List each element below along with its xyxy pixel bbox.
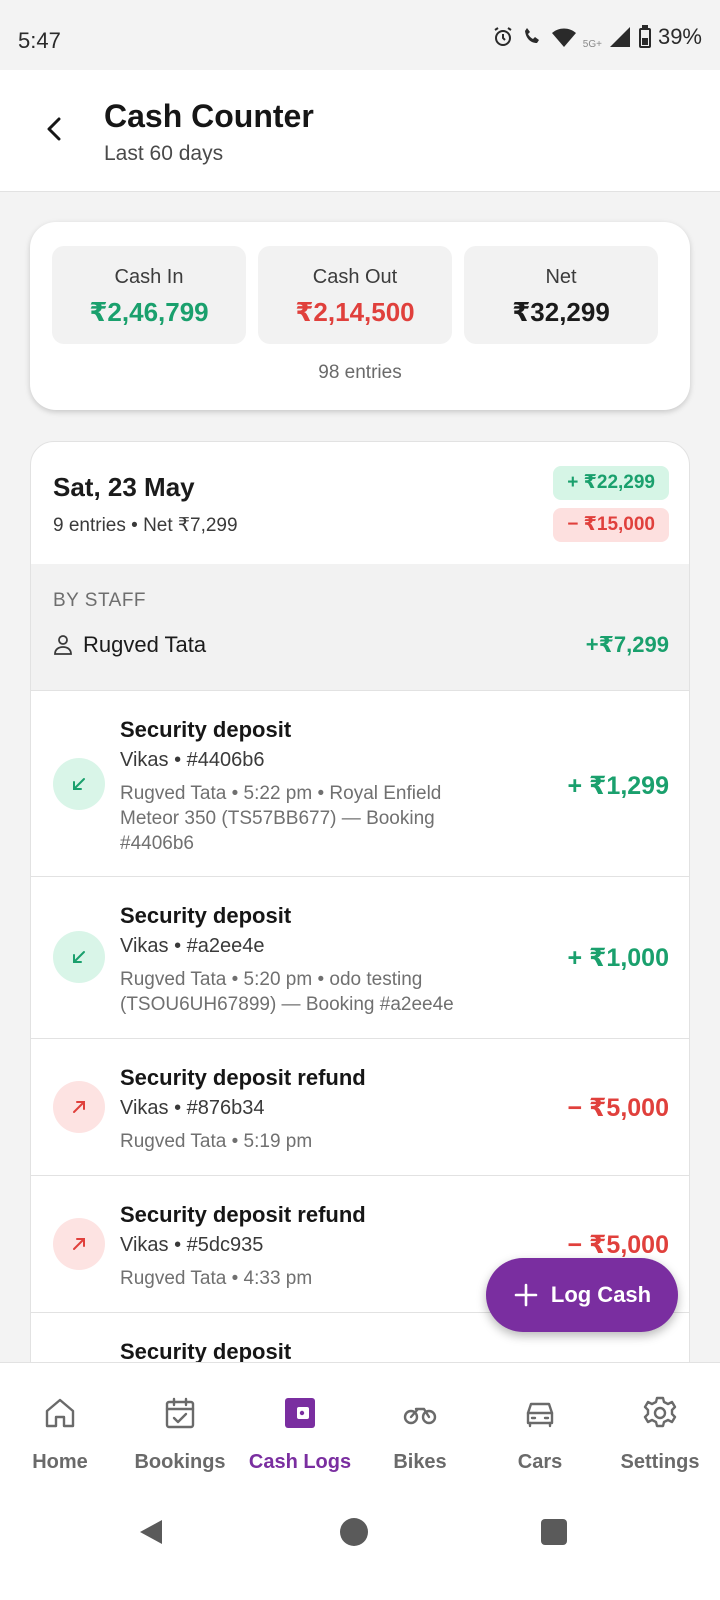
system-home-icon[interactable] bbox=[334, 1512, 374, 1552]
staff-name: Rugved Tata bbox=[83, 632, 207, 657]
transaction-amount: − ₹5,000 bbox=[567, 1231, 669, 1259]
nav-label-cars: Cars bbox=[517, 1451, 563, 1473]
nav-label-bookings: Bookings bbox=[134, 1451, 226, 1473]
status-bar: 5:47 5G+ 39% bbox=[0, 0, 720, 70]
status-icons: 5G+ 39% bbox=[491, 24, 702, 50]
transaction-amount: − ₹5,000 bbox=[567, 1094, 669, 1122]
transaction-row[interactable]: Security deposit refund Vikas • #876b34 … bbox=[31, 1039, 689, 1176]
network-type: 5G+ bbox=[582, 38, 602, 50]
transaction-customer: Vikas • #4406b6 bbox=[120, 749, 265, 771]
cash-in-value: ₹2,46,799 bbox=[89, 297, 209, 327]
day-subtitle: 9 entries • Net ₹7,299 bbox=[53, 515, 238, 536]
cash-in-label: Cash In bbox=[114, 266, 184, 288]
by-staff-section: BY STAFF Rugved Tata +₹7,299 bbox=[31, 564, 689, 691]
chevron-left-icon bbox=[47, 117, 61, 141]
cash-out-value: ₹2,14,500 bbox=[295, 297, 415, 327]
person-icon bbox=[54, 635, 72, 655]
gear-icon bbox=[643, 1396, 677, 1428]
calendar-check-icon bbox=[165, 1397, 195, 1429]
app-header: Cash Counter Last 60 days bbox=[0, 70, 720, 192]
log-cash-button[interactable]: Log Cash bbox=[486, 1258, 678, 1332]
transaction-title: Security deposit bbox=[120, 717, 292, 742]
day-header[interactable]: Sat, 23 May 9 entries • Net ₹7,299 + ₹22… bbox=[31, 442, 689, 564]
summary-card: Cash In ₹2,46,799 Cash Out ₹2,14,500 Net… bbox=[30, 222, 690, 410]
transaction-customer: Vikas • #5dc935 bbox=[120, 1234, 264, 1256]
bottom-nav: Home Bookings Cash Logs Bikes Cars Setti… bbox=[0, 1362, 720, 1484]
car-icon bbox=[526, 1402, 554, 1428]
home-icon bbox=[45, 1398, 75, 1428]
wifi-call-icon bbox=[524, 28, 539, 43]
day-cash-out-badge: − ₹15,000 bbox=[553, 508, 669, 542]
cash-out-icon bbox=[53, 1081, 105, 1133]
cash-out-label: Cash Out bbox=[312, 266, 398, 288]
transaction-meta: Rugved Tata • 5:19 pm bbox=[120, 1131, 313, 1152]
nav-label-settings: Settings bbox=[620, 1451, 700, 1473]
transaction-amount: + ₹1,299 bbox=[567, 772, 669, 800]
day-cash-in-badge: + ₹22,299 bbox=[553, 466, 669, 500]
signal-icon bbox=[609, 27, 630, 47]
battery-icon bbox=[638, 25, 651, 48]
nav-item-settings[interactable]: Settings bbox=[600, 1363, 720, 1484]
transaction-meta: Rugved Tata • 4:33 pm bbox=[120, 1268, 313, 1289]
nav-item-cars[interactable]: Cars bbox=[480, 1363, 600, 1484]
nav-label-bikes: Bikes bbox=[393, 1451, 447, 1473]
status-time: 5:47 bbox=[18, 28, 61, 53]
back-button[interactable] bbox=[34, 108, 76, 150]
nav-item-cash-logs[interactable]: Cash Logs bbox=[240, 1363, 360, 1484]
net-stat: Net ₹32,299 bbox=[464, 246, 658, 344]
page-subtitle: Last 60 days bbox=[104, 142, 224, 165]
bike-icon bbox=[403, 1407, 437, 1425]
cash-in-stat: Cash In ₹2,46,799 bbox=[52, 246, 246, 344]
entries-count: 98 entries bbox=[318, 362, 402, 383]
cash-in-icon bbox=[53, 758, 105, 810]
system-back-icon[interactable] bbox=[132, 1512, 172, 1552]
nav-label-cash-logs: Cash Logs bbox=[248, 1451, 352, 1473]
plus-icon bbox=[514, 1283, 538, 1307]
page-title: Cash Counter bbox=[104, 98, 314, 134]
transaction-customer: Vikas • #876b34 bbox=[120, 1097, 265, 1119]
log-cash-label: Log Cash bbox=[550, 1282, 652, 1307]
wifi-icon bbox=[551, 28, 576, 47]
nav-item-bikes[interactable]: Bikes bbox=[360, 1363, 480, 1484]
nav-item-bookings[interactable]: Bookings bbox=[120, 1363, 240, 1484]
nav-item-home[interactable]: Home bbox=[0, 1363, 120, 1484]
net-label: Net bbox=[545, 266, 577, 288]
transaction-amount: + ₹1,000 bbox=[567, 944, 669, 972]
system-recents-icon[interactable] bbox=[534, 1512, 574, 1552]
transaction-row[interactable]: Security deposit Vikas • #a2ee4e Rugved … bbox=[31, 877, 689, 1039]
wallet-icon bbox=[285, 1398, 315, 1428]
transaction-title: Security deposit bbox=[120, 903, 292, 928]
transaction-customer: Vikas • #a2ee4e bbox=[120, 935, 265, 957]
transaction-title: Security deposit refund bbox=[120, 1065, 366, 1090]
by-staff-heading: BY STAFF bbox=[53, 590, 147, 611]
nav-label-home: Home bbox=[32, 1451, 88, 1473]
day-title: Sat, 23 May bbox=[53, 472, 195, 502]
cash-out-stat: Cash Out ₹2,14,500 bbox=[258, 246, 452, 344]
cash-in-icon bbox=[53, 931, 105, 983]
battery-level: 39% bbox=[657, 24, 702, 49]
transaction-row[interactable]: Security deposit Vikas • #4406b6 Rugved … bbox=[31, 691, 689, 877]
system-nav-bar bbox=[0, 1484, 720, 1600]
cash-out-icon bbox=[53, 1218, 105, 1270]
transaction-meta: Rugved Tata • 5:22 pm • Royal Enfield Me… bbox=[120, 783, 442, 854]
transaction-title: Security deposit refund bbox=[120, 1202, 366, 1227]
transaction-meta: Rugved Tata • 5:20 pm • odo testing (TSO… bbox=[120, 969, 454, 1015]
alarm-icon bbox=[494, 27, 512, 46]
staff-net-amount: +₹7,299 bbox=[585, 632, 669, 657]
net-value: ₹32,299 bbox=[512, 297, 610, 327]
